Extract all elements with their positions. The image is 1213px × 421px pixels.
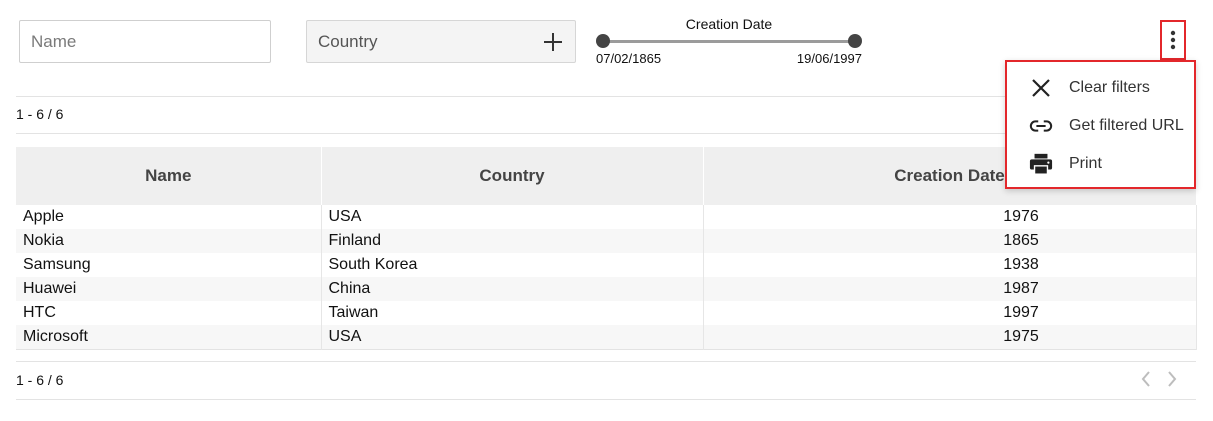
column-header-country[interactable]: Country — [321, 147, 704, 205]
link-icon — [1029, 114, 1053, 138]
cell-name: Samsung — [16, 253, 322, 277]
cell-year: 1987 — [703, 277, 1197, 301]
cell-name: Apple — [16, 205, 322, 229]
vertical-dots-icon — [1170, 30, 1176, 50]
cell-name: Huawei — [16, 277, 322, 301]
table-row[interactable]: Huawei China 1987 — [16, 277, 1197, 301]
cell-country: USA — [321, 325, 704, 350]
slider-handle-min[interactable] — [596, 34, 610, 48]
slider-min-label: 07/02/1865 — [596, 51, 662, 66]
menu-item-clear-filters[interactable]: Clear filters — [1007, 70, 1194, 106]
creation-date-slider-title: Creation Date — [685, 16, 773, 32]
menu-item-label: Print — [1069, 155, 1102, 172]
table-row[interactable]: Apple USA 1976 — [16, 205, 1197, 229]
name-filter-input[interactable] — [19, 20, 271, 63]
pager-arrows — [1140, 370, 1178, 393]
data-table-page: Country Creation Date 07/02/1865 19/06/1… — [0, 0, 1213, 421]
menu-item-print[interactable]: Print — [1007, 146, 1194, 182]
cell-name: Nokia — [16, 229, 322, 253]
cell-year: 1997 — [703, 301, 1197, 325]
print-icon — [1029, 152, 1053, 176]
table-row[interactable]: HTC Taiwan 1997 — [16, 301, 1197, 325]
country-filter-select[interactable]: Country — [306, 20, 576, 63]
creation-date-range-slider: Creation Date 07/02/1865 19/06/1997 — [596, 16, 862, 68]
chevron-right-icon[interactable] — [1166, 370, 1178, 393]
slider-handle-max[interactable] — [848, 34, 862, 48]
cell-name: Microsoft — [16, 325, 322, 350]
cell-country: USA — [321, 205, 704, 229]
cell-year: 1865 — [703, 229, 1197, 253]
cell-country: South Korea — [321, 253, 704, 277]
menu-item-label: Clear filters — [1069, 79, 1150, 96]
table-row[interactable]: Nokia Finland 1865 — [16, 229, 1197, 253]
cell-year: 1975 — [703, 325, 1197, 350]
more-options-button[interactable] — [1160, 20, 1186, 60]
table-row[interactable]: Samsung South Korea 1938 — [16, 253, 1197, 277]
options-menu: Clear filters Get filtered URL Print — [1005, 60, 1196, 189]
menu-item-get-filtered-url[interactable]: Get filtered URL — [1007, 108, 1194, 144]
plus-icon[interactable] — [542, 31, 564, 53]
divider — [16, 361, 1196, 362]
menu-item-label: Get filtered URL — [1069, 117, 1184, 134]
cell-name: HTC — [16, 301, 322, 325]
slider-max-label: 19/06/1997 — [796, 51, 862, 66]
table-row[interactable]: Microsoft USA 1975 — [16, 325, 1197, 350]
cell-country: Finland — [321, 229, 704, 253]
cell-year: 1938 — [703, 253, 1197, 277]
country-filter-label: Country — [318, 31, 378, 51]
bottom-pagination-count: 1 - 6 / 6 — [16, 372, 64, 388]
divider — [16, 399, 1196, 400]
chevron-left-icon[interactable] — [1140, 370, 1152, 393]
cell-country: Taiwan — [321, 301, 704, 325]
close-icon — [1029, 76, 1053, 100]
cell-year: 1976 — [703, 205, 1197, 229]
top-pagination-count: 1 - 6 / 6 — [16, 106, 64, 122]
column-header-name[interactable]: Name — [16, 147, 322, 205]
slider-track[interactable] — [604, 40, 854, 43]
cell-country: China — [321, 277, 704, 301]
